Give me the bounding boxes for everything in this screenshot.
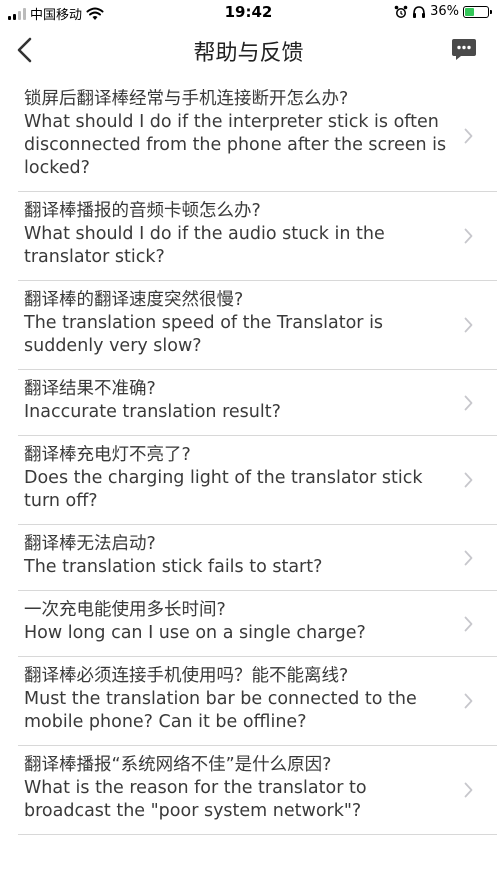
chevron-right-icon xyxy=(464,782,473,798)
faq-item[interactable]: 锁屏后翻译棒经常与手机连接断开怎么办? What should I do if t… xyxy=(18,80,497,192)
chat-bubble-icon[interactable] xyxy=(451,38,477,62)
faq-item[interactable]: 翻译棒必须连接手机使用吗？能不能离线? Must the translation … xyxy=(18,657,497,746)
faq-list: 锁屏后翻译棒经常与手机连接断开怎么办? What should I do if t… xyxy=(18,80,497,835)
faq-question-en: Does the charging light of the translato… xyxy=(24,468,423,511)
faq-question-zh: 翻译结果不准确? xyxy=(24,379,156,399)
chevron-right-icon xyxy=(464,472,473,488)
chevron-right-icon xyxy=(464,550,473,565)
faq-item[interactable]: 翻译棒播报“系统网络不佳”是什么原因? What is the reason fo… xyxy=(18,746,497,835)
faq-question-en: Inaccurate translation result? xyxy=(24,402,281,422)
chevron-right-icon xyxy=(464,693,473,709)
faq-question-zh: 翻译棒播报的音频卡顿怎么办? xyxy=(24,201,261,221)
faq-question-en: How long can I use on a single charge? xyxy=(24,623,366,643)
chevron-right-icon xyxy=(464,317,473,333)
faq-question-zh: 翻译棒必须连接手机使用吗？能不能离线? xyxy=(24,666,349,686)
battery-fill xyxy=(465,7,474,16)
faq-question-zh: 锁屏后翻译棒经常与手机连接断开怎么办? xyxy=(24,89,349,109)
status-right: 36% xyxy=(394,4,492,19)
chevron-right-icon xyxy=(464,228,473,244)
status-bar: 中国移动 19:42 36% xyxy=(0,0,497,26)
faq-item[interactable]: 翻译棒的翻译速度突然很慢? The translation speed of th… xyxy=(18,281,497,370)
battery-icon xyxy=(463,5,492,18)
nav-bar: 帮助与反馈 xyxy=(0,26,497,74)
faq-item[interactable]: 翻译结果不准确? Inaccurate translation result? xyxy=(18,370,497,436)
faq-question-en: The translation stick fails to start? xyxy=(24,557,323,577)
faq-question-zh: 翻译棒播报“系统网络不佳”是什么原因? xyxy=(24,755,332,775)
faq-question-en: Must the translation bar be connected to… xyxy=(24,689,417,732)
faq-question-en: What should I do if the audio stuck in t… xyxy=(24,224,385,267)
faq-question-en: What is the reason for the translator to… xyxy=(24,778,367,821)
faq-question-zh: 翻译棒无法启动? xyxy=(24,534,156,554)
headphones-icon xyxy=(413,5,426,18)
faq-item[interactable]: 一次充电能使用多长时间? How long can I use on a sing… xyxy=(18,591,497,657)
faq-question-zh: 一次充电能使用多长时间? xyxy=(24,600,226,620)
faq-item[interactable]: 翻译棒无法启动? The translation stick fails to s… xyxy=(18,525,497,591)
chevron-right-icon xyxy=(464,616,473,631)
faq-item[interactable]: 翻译棒播报的音频卡顿怎么办? What should I do if the au… xyxy=(18,192,497,281)
alarm-icon xyxy=(394,5,408,18)
page-title: 帮助与反馈 xyxy=(193,41,304,66)
chevron-right-icon xyxy=(464,128,473,143)
battery-percent: 36% xyxy=(430,4,459,19)
faq-question-en: What should I do if the interpreter stic… xyxy=(24,112,447,178)
faq-question-en: The translation speed of the Translator … xyxy=(24,313,384,356)
faq-question-zh: 翻译棒充电灯不亮了? xyxy=(24,445,191,465)
faq-item[interactable]: 翻译棒充电灯不亮了? Does the charging light of the… xyxy=(18,436,497,525)
chevron-right-icon xyxy=(464,395,473,410)
faq-question-zh: 翻译棒的翻译速度突然很慢? xyxy=(24,290,244,310)
